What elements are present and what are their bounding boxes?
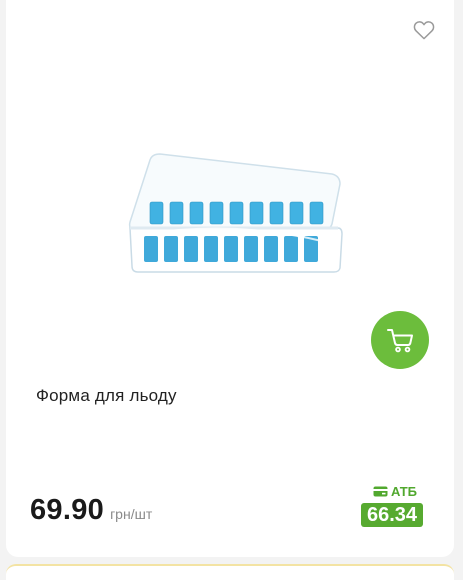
price: 69.90 [30, 494, 105, 526]
next-card-edge [6, 564, 454, 580]
card-icon [373, 486, 388, 497]
product-image [128, 153, 343, 273]
shopping-cart-icon [387, 329, 413, 353]
discount-price: 66.34 [361, 503, 424, 527]
favorite-button[interactable] [410, 16, 438, 44]
add-to-cart-button[interactable] [371, 311, 429, 369]
product-card[interactable]: Форма для льоду 69.90 грн/шт АТБ 66.34 [6, 0, 454, 557]
price-block: 69.90 грн/шт [30, 494, 152, 527]
heart-icon [413, 21, 435, 40]
product-title[interactable]: Форма для льоду [36, 386, 177, 406]
loyalty-label: АТБ [373, 484, 417, 499]
loyalty-text: АТБ [391, 484, 418, 499]
price-unit: грн/шт [110, 506, 153, 522]
